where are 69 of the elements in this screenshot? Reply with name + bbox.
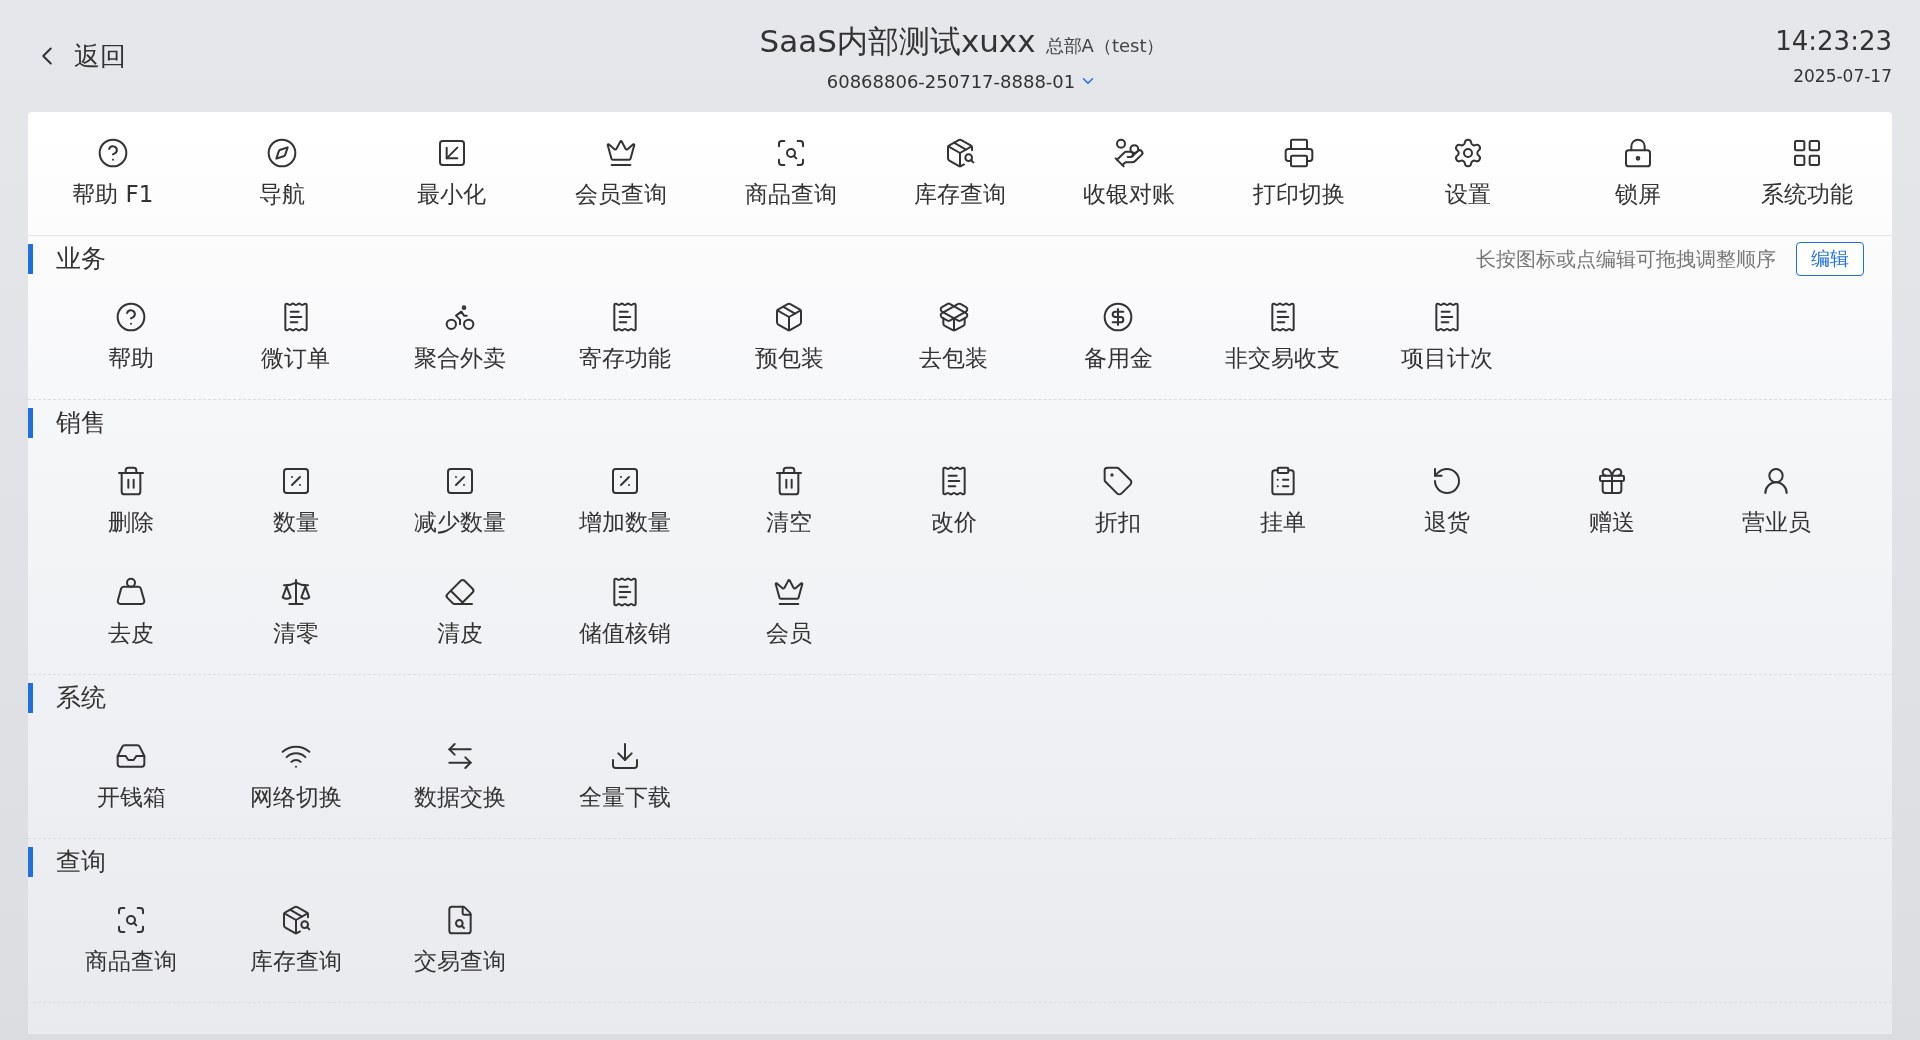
function-button[interactable]: 非交易收支	[1200, 282, 1365, 393]
toolbar-button[interactable]: 收银对账	[1044, 129, 1215, 218]
toolbar-button[interactable]: 锁屏	[1553, 129, 1723, 218]
device-selector[interactable]: 60868806-250717-8888-01	[826, 70, 1098, 92]
toolbar-button[interactable]: 帮助 F1	[28, 129, 198, 218]
open-package-icon	[937, 301, 970, 333]
function-button[interactable]: 预包装	[707, 282, 872, 393]
currency-circle-icon	[1102, 301, 1135, 333]
crown-icon	[605, 137, 638, 169]
function-button[interactable]: 营业员	[1694, 446, 1859, 557]
function-button[interactable]: 去包装	[871, 282, 1036, 393]
toolbar-button[interactable]: 库存查询	[875, 129, 1045, 218]
hand-coins-icon	[1113, 137, 1146, 169]
edit-hint: 长按图标或点编辑可拖拽调整顺序	[1476, 245, 1776, 273]
function-button[interactable]: 商品查询	[49, 885, 214, 996]
tag-icon	[1102, 465, 1135, 497]
back-link[interactable]: 返回	[28, 38, 252, 74]
scale-icon	[279, 576, 312, 608]
function-button[interactable]: 清零	[213, 557, 378, 668]
store-title: SaaS内部测试xuxx	[759, 21, 1036, 61]
section-title: 系统	[28, 683, 106, 713]
function-button[interactable]: 备用金	[1036, 282, 1201, 393]
toolbar-button[interactable]: 导航	[197, 129, 367, 218]
toolbar-button[interactable]: 系统功能	[1722, 129, 1892, 218]
store-name: 总部A（test）	[1045, 33, 1165, 58]
clock-date: 2025-07-17	[1793, 66, 1892, 86]
printer-icon	[1282, 137, 1315, 169]
function-button[interactable]: 帮助	[49, 282, 214, 393]
function-button[interactable]: 寄存功能	[542, 282, 707, 393]
crown-icon	[773, 576, 806, 608]
function-button[interactable]: 数量	[213, 446, 378, 557]
package-search-icon	[944, 137, 976, 169]
toolbar-button[interactable]: 会员查询	[536, 129, 706, 218]
function-button[interactable]: 改价	[871, 446, 1036, 557]
toolbar-button[interactable]: 商品查询	[705, 129, 876, 218]
function-button[interactable]: 赠送	[1529, 446, 1694, 557]
function-button[interactable]: 数据交换	[378, 721, 543, 832]
function-button[interactable]: 清皮	[378, 557, 543, 668]
clock-time: 14:23:23	[1775, 26, 1892, 56]
toolbar-button[interactable]: 设置	[1383, 129, 1554, 218]
help-icon	[115, 301, 148, 333]
function-button[interactable]: 微订单	[213, 282, 378, 393]
function-button[interactable]: 退货	[1365, 446, 1530, 557]
compass-icon	[266, 137, 299, 169]
function-button[interactable]: 网络切换	[213, 721, 378, 832]
function-button[interactable]: 删除	[49, 446, 214, 557]
toolbar-button[interactable]: 最小化	[366, 129, 537, 218]
function-button[interactable]: 增加数量	[542, 446, 707, 557]
function-button[interactable]: 储值核销	[542, 557, 707, 668]
function-button[interactable]: 折扣	[1036, 446, 1201, 557]
function-button[interactable]: 聚合外卖	[378, 282, 543, 393]
function-button[interactable]: 开钱箱	[49, 721, 214, 832]
toolbar-button[interactable]: 打印切换	[1214, 129, 1384, 218]
function-button[interactable]: 会员	[707, 557, 872, 668]
eraser-icon	[444, 576, 477, 608]
function-button[interactable]: 库存查询	[213, 885, 378, 996]
function-button[interactable]: 项目计次	[1365, 282, 1530, 393]
help-icon	[96, 137, 129, 169]
section-title: 查询	[28, 847, 106, 877]
function-button[interactable]: 挂单	[1200, 446, 1365, 557]
function-button[interactable]: 去皮	[49, 557, 214, 668]
function-button[interactable]: 交易查询	[378, 885, 543, 996]
function-button[interactable]: 减少数量	[378, 446, 543, 557]
edit-button[interactable]: 编辑	[1796, 242, 1864, 276]
function-button[interactable]: 清空	[707, 446, 872, 557]
weight-icon	[115, 576, 148, 608]
section-title: 销售	[28, 408, 106, 438]
function-button[interactable]: 全量下载	[542, 721, 707, 832]
section-title: 业务	[28, 244, 106, 274]
